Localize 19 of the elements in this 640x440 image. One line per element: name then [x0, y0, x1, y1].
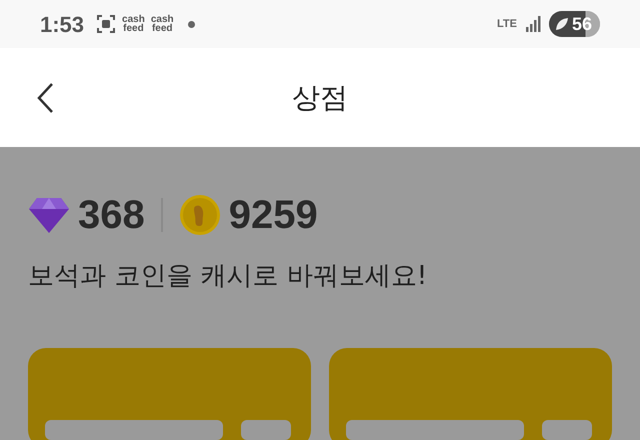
- signal-icon: [524, 16, 541, 32]
- page-title: 상점: [292, 80, 348, 116]
- screenshot-icon: [96, 14, 116, 34]
- shop-card[interactable]: [329, 348, 612, 440]
- app-logo: cash feed: [122, 15, 145, 33]
- back-icon: [36, 82, 54, 114]
- battery-level: 56: [570, 11, 600, 37]
- leaf-icon: [554, 17, 569, 31]
- gem-icon: [28, 196, 70, 234]
- network-label: LTE: [497, 16, 517, 32]
- app-logo: cash feed: [150, 15, 174, 33]
- coin-count: 9259: [228, 192, 318, 239]
- card-panel: [241, 420, 291, 440]
- status-time: 1:53: [40, 10, 84, 38]
- gem-count: 368: [78, 192, 145, 239]
- card-panel: [542, 420, 592, 440]
- shop-card[interactable]: [28, 348, 311, 440]
- exchange-message: 보석과 코인을 캐시로 바꿔보세요!: [28, 260, 428, 293]
- coin-icon: [178, 194, 221, 236]
